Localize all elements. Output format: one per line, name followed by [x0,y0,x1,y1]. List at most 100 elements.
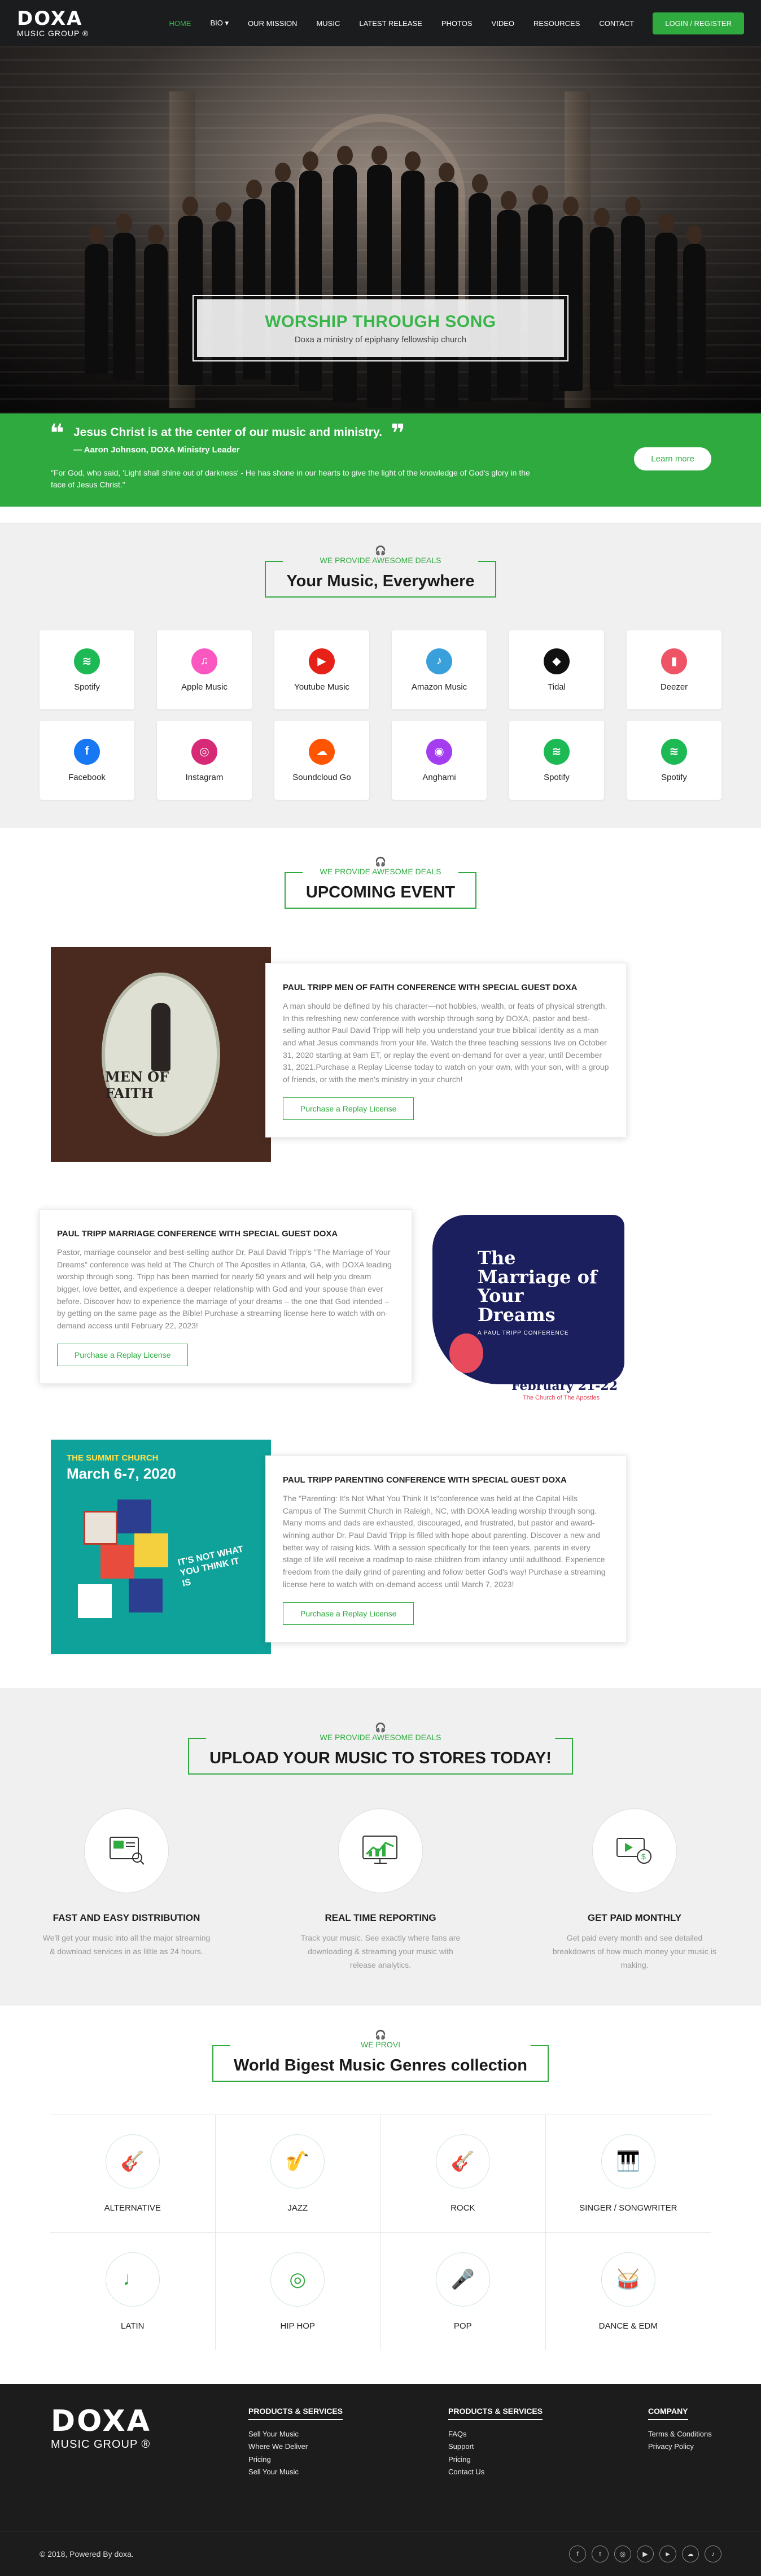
soundcloud-icon[interactable]: ☁ [682,2545,699,2562]
spacer [0,507,761,524]
platform-card-spotify[interactable]: ≋ Spotify [627,721,721,800]
genre-tile-rock[interactable]: 🎸 ROCK [380,2115,546,2233]
saxophone-icon: 🎷 [270,2134,325,2189]
purchase-replay-button[interactable]: Purchase a Replay License [283,1097,414,1120]
choir-member [655,213,677,385]
purchase-replay-button[interactable]: Purchase a Replay License [57,1343,189,1366]
footer-link[interactable]: Pricing [248,2453,448,2466]
top-navbar: DOXA MUSIC GROUP ® HOME BIO ▾ OUR MISSIO… [0,0,761,46]
platform-card-spotify[interactable]: ≋ Spotify [509,721,604,800]
upload-section: 🎧 WE PROVIDE AWESOME DEALS UPLOAD YOUR M… [0,1688,761,2006]
nav-contact[interactable]: CONTACT [589,19,644,28]
distribution-icon [84,1808,169,1893]
heading-title: World Bigest Music Genres collection [234,2056,527,2075]
guitar-icon: 🎸 [105,2134,160,2189]
footer-bottom-bar: © 2018, Powered By doxa. f t ◎ ▶ ► ☁ ♪ [0,2531,761,2576]
quote-band: ❝ ❞ Jesus Christ is at the center of our… [0,413,761,507]
footer-logo-subtext: MUSIC GROUP ® [51,2438,151,2451]
platform-card-instagram[interactable]: ◎ Instagram [157,721,252,800]
learn-more-button[interactable]: Learn more [634,447,711,470]
footer-link[interactable]: Terms & Conditions [648,2428,761,2440]
heading-frame: WE PROVIDE AWESOME DEALS UPLOAD YOUR MUS… [188,1733,573,1775]
platform-card-tidal[interactable]: ◆ Tidal [509,630,604,709]
login-register-button[interactable]: LOGIN / REGISTER [653,12,744,34]
music-icon[interactable]: ♪ [705,2545,721,2562]
nav-our-mission[interactable]: OUR MISSION [238,19,307,28]
marriage-poster: The Marriage of Your Dreams A PAUL TRIPP… [432,1215,624,1384]
genre-tile-dance-edm[interactable]: 🥁 DANCE & EDM [546,2233,711,2350]
electric-guitar-icon: 🎸 [435,2134,490,2189]
platform-label: Tidal [548,682,566,692]
heading-title: UPCOMING EVENT [305,883,456,901]
event-title: PAUL TRIPP MARRIAGE CONFERENCE WITH SPEC… [57,1229,338,1239]
nav-music[interactable]: MUSIC [307,19,349,28]
footer-column-title: PRODUCTS & SERVICES [448,2407,543,2421]
nav-home[interactable]: HOME [160,19,201,28]
genre-tile-jazz[interactable]: 🎷 JAZZ [215,2115,380,2233]
heading-frame: WE PROVI World Bigest Music Genres colle… [212,2040,549,2082]
footer-link[interactable]: Sell Your Music [248,2428,448,2440]
facebook-icon[interactable]: f [569,2545,586,2562]
footer-logo[interactable]: DOXA MUSIC GROUP ® [51,2407,248,2478]
play-icon[interactable]: ► [659,2545,676,2562]
event-description: A man should be defined by his character… [283,1001,609,1084]
platform-card-deezer[interactable]: ▮ Deezer [627,630,721,709]
genre-tile-pop[interactable]: 🎤 POP [380,2233,546,2351]
platform-label: Spotify [544,772,570,782]
headphones-icon: 🎧 [375,2030,386,2041]
poster-decoration [449,1333,483,1373]
platform-card-apple-music[interactable]: ♫ Apple Music [157,630,252,709]
genre-tile-hip-hop[interactable]: ◎ HIP HOP [216,2233,380,2351]
footer-link[interactable]: FAQs [448,2428,648,2440]
footer-link[interactable]: Support [448,2440,648,2453]
purchase-replay-button[interactable]: Purchase a Replay License [283,1602,414,1625]
platform-card-soundcloud-go[interactable]: ☁ Soundcloud Go [274,721,369,800]
event-image-text: MEN OF FAITH [105,1069,169,1101]
feature-title: REAL TIME REPORTING [325,1912,436,1923]
genre-label: ALTERNATIVE [104,2203,161,2213]
footer-link[interactable]: Where We Deliver [248,2440,448,2453]
footer-link[interactable]: Privacy Policy [648,2440,761,2453]
heading-frame: WE PROVIDE AWESOME DEALS UPCOMING EVENT [284,867,477,909]
close-quote-icon: ❞ [391,420,405,447]
genre-label: JAZZ [287,2203,308,2213]
footer-link[interactable]: Pricing [448,2453,648,2466]
platform-card-youtube-music[interactable]: ▶ Youtube Music [274,630,369,709]
choir-member [683,225,706,380]
genre-tile-latin[interactable]: ♩ LATIN [50,2233,216,2351]
twitter-icon[interactable]: t [592,2545,609,2562]
event-title: PAUL TRIPP MEN OF FAITH CONFERENCE WITH … [283,983,578,992]
logo[interactable]: DOXA MUSIC GROUP ® [17,9,89,37]
platform-card-spotify[interactable]: ≋ Spotify [40,630,134,709]
nav-photos[interactable]: PHOTOS [432,19,482,28]
apple-music-icon: ♫ [191,648,217,674]
poster-tagline: IT'S NOT WHAT YOU THINK IT IS [177,1544,244,1589]
spotify-icon: ≋ [74,648,100,674]
maracas-icon: ♩ [105,2252,160,2307]
genre-tile-alternative[interactable]: 🎸 ALTERNATIVE [50,2115,216,2233]
footer-link[interactable]: Contact Us [448,2466,648,2478]
feature-title: FAST AND EASY DISTRIBUTION [53,1912,200,1923]
youtube-icon[interactable]: ▶ [637,2545,654,2562]
genre-tile-singer-songwriter[interactable]: 🎹 SINGER / SONGWRITER [545,2115,711,2233]
platform-card-facebook[interactable]: f Facebook [40,721,134,800]
event-description: Pastor, marriage counselor and best-sell… [57,1248,392,1331]
platform-card-anghami[interactable]: ◉ Anghami [392,721,487,800]
poster-place: The Church of The Apostles [523,1394,600,1401]
nav-resources[interactable]: RESOURCES [524,19,589,28]
nav-latest-release[interactable]: LATEST RELEASE [349,19,432,28]
platform-card-amazon-music[interactable]: ♪ Amazon Music [392,630,487,709]
quote-verse: "For God, who said, 'Light shall shine o… [51,468,530,489]
choir-member [85,225,108,374]
genres-section: 🎧 WE PROVI World Bigest Music Genres col… [0,2006,761,2384]
nav-bio[interactable]: BIO ▾ [201,19,239,28]
footer-link[interactable]: Sell Your Music [248,2466,448,2478]
genre-label: HIP HOP [280,2321,315,2331]
choir-member [401,151,425,408]
genre-label: DANCE & EDM [598,2321,658,2331]
heading-frame: WE PROVIDE AWESOME DEALS Your Music, Eve… [265,556,496,598]
nav-video[interactable]: VIDEO [482,19,524,28]
event-card: PAUL TRIPP PARENTING CONFERENCE WITH SPE… [265,1455,627,1642]
instagram-icon[interactable]: ◎ [614,2545,631,2562]
feature-item: $ GET PAID MONTHLY Get paid every month … [550,1808,719,1972]
